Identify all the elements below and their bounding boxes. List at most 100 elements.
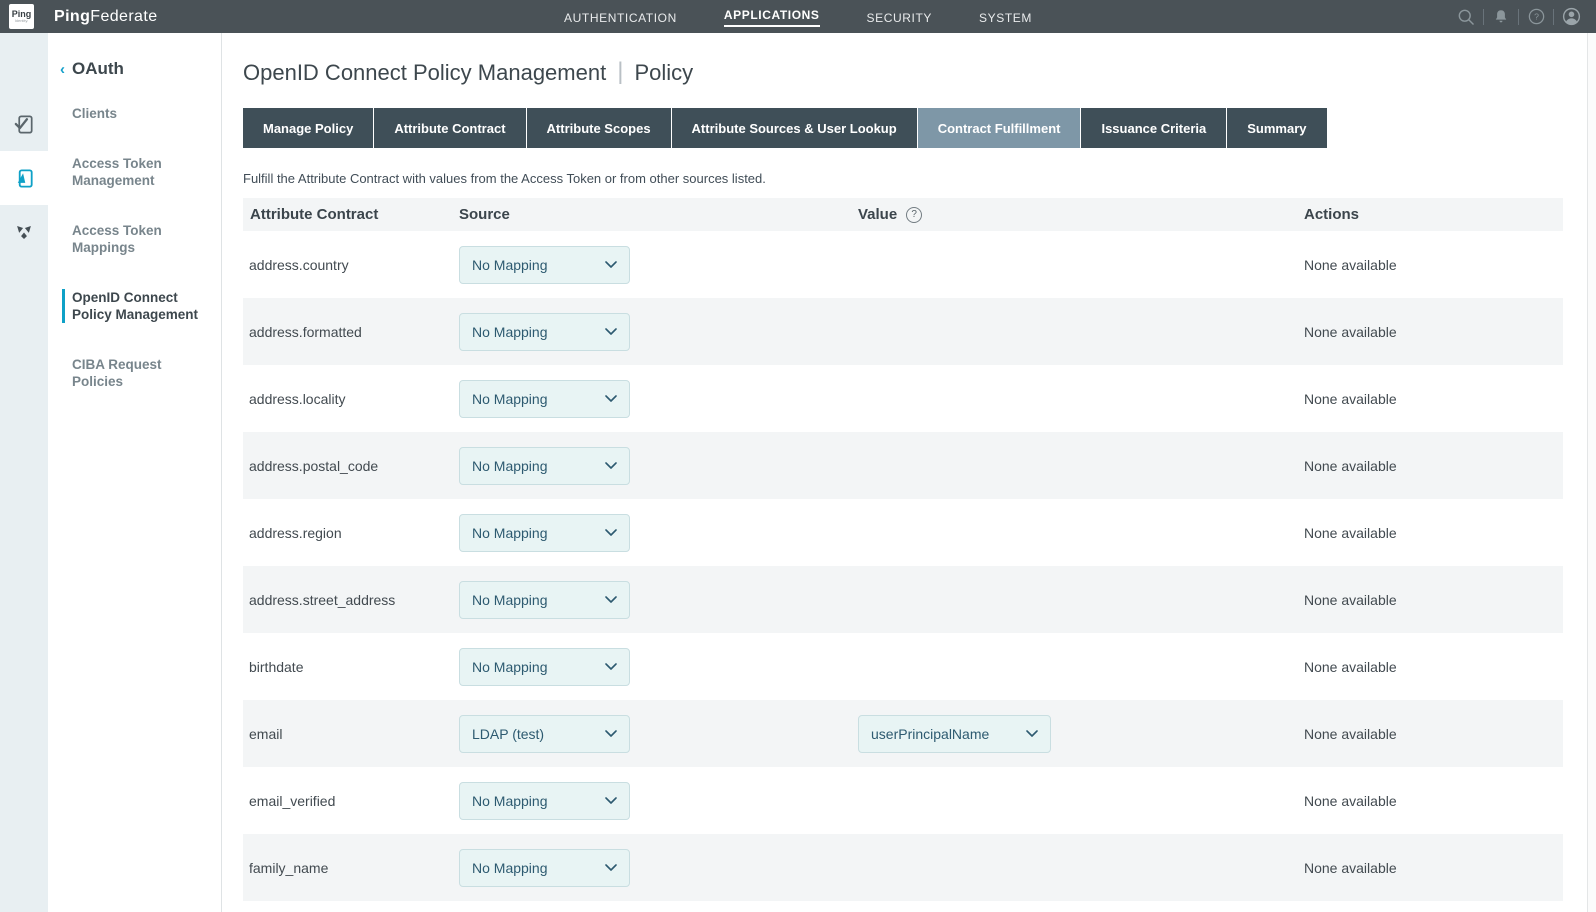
table-row: address.locality No Mapping — [243, 365, 1563, 432]
value-help-icon[interactable]: ? — [906, 207, 922, 223]
column-header-attribute-contract: Attribute Contract — [243, 206, 459, 223]
page-title: OpenID Connect Policy Management | Polic… — [243, 59, 1587, 87]
rail-item-policies[interactable] — [0, 205, 48, 259]
source-dropdown[interactable]: No Mapping — [459, 849, 630, 887]
table-row: address.formatted No Mapping — [243, 298, 1563, 365]
source-dropdown-value: LDAP (test) — [472, 726, 544, 742]
table-row: family_name No Mapping — [243, 834, 1563, 901]
source-dropdown[interactable]: No Mapping — [459, 246, 630, 284]
sidebar-item[interactable]: Access Token Mappings — [48, 222, 221, 256]
row-actions: None available — [1304, 525, 1563, 541]
value-dropdown-value: userPrincipalName — [871, 726, 989, 742]
table-row: address.street_address No Mapping — [243, 566, 1563, 633]
column-header-value: Value ? — [858, 206, 1304, 223]
chevron-down-icon — [605, 462, 617, 470]
tab[interactable]: Attribute Scopes — [527, 108, 671, 148]
top-nav-item[interactable]: SECURITY — [867, 9, 932, 25]
chevron-down-icon — [605, 261, 617, 269]
rail-item-clients[interactable] — [0, 97, 48, 151]
attribute-name: address.locality — [243, 391, 459, 407]
source-dropdown[interactable]: No Mapping — [459, 581, 630, 619]
attribute-name: birthdate — [243, 659, 459, 675]
tab[interactable]: Issuance Criteria — [1081, 108, 1226, 148]
table-row: address.country No Mapping — [243, 231, 1563, 298]
page-subtitle: Policy — [634, 60, 693, 86]
top-nav-item[interactable]: AUTHENTICATION — [564, 9, 677, 25]
chevron-down-icon — [605, 596, 617, 604]
source-dropdown[interactable]: No Mapping — [459, 648, 630, 686]
attribute-name: family_name — [243, 860, 459, 876]
title-divider: | — [617, 58, 623, 86]
sidebar-item[interactable]: OpenID Connect Policy Management — [62, 289, 221, 323]
attribute-name: address.region — [243, 525, 459, 541]
attribute-name: address.country — [243, 257, 459, 273]
source-dropdown[interactable]: No Mapping — [459, 380, 630, 418]
sidebar-item[interactable]: Access Token Management — [48, 155, 221, 189]
chevron-down-icon — [605, 730, 617, 738]
sidebar-item[interactable]: Clients — [48, 105, 221, 122]
vertical-scrollbar[interactable] — [1587, 33, 1596, 912]
page-description: Fulfill the Attribute Contract with valu… — [243, 171, 1587, 186]
chevron-down-icon — [605, 864, 617, 872]
source-dropdown-value: No Mapping — [472, 793, 548, 809]
source-dropdown[interactable]: No Mapping — [459, 313, 630, 351]
sidebar: ‹ OAuth Clients Access Token Management … — [48, 33, 222, 912]
clients-check-icon — [13, 113, 36, 136]
source-dropdown[interactable]: No Mapping — [459, 782, 630, 820]
chevron-down-icon — [605, 663, 617, 671]
tab[interactable]: Contract Fulfillment — [918, 108, 1081, 148]
tab[interactable]: Summary — [1227, 108, 1326, 148]
attribute-name: email — [243, 726, 459, 742]
notifications-icon[interactable] — [1484, 0, 1518, 33]
column-header-source: Source — [459, 206, 858, 223]
source-dropdown-value: No Mapping — [472, 860, 548, 876]
top-bar-icons: ? — [1449, 0, 1588, 33]
account-icon[interactable] — [1554, 0, 1588, 33]
chevron-down-icon — [605, 395, 617, 403]
table-body: address.country No Mapping — [243, 231, 1563, 901]
access-token-icon — [13, 167, 36, 190]
icon-rail — [0, 33, 48, 912]
top-nav-item[interactable]: APPLICATIONS — [724, 6, 820, 27]
chevron-down-icon — [605, 328, 617, 336]
source-dropdown-value: No Mapping — [472, 324, 548, 340]
chevron-down-icon — [605, 529, 617, 537]
search-icon[interactable] — [1449, 0, 1483, 33]
row-actions: None available — [1304, 391, 1563, 407]
tab[interactable]: Attribute Sources & User Lookup — [672, 108, 917, 148]
table-row: address.postal_code No Mapping — [243, 432, 1563, 499]
sidebar-back-oauth[interactable]: ‹ OAuth — [60, 59, 221, 79]
chevron-down-icon — [605, 797, 617, 805]
sidebar-menu: Clients Access Token Management Access T… — [48, 105, 221, 390]
source-dropdown[interactable]: No Mapping — [459, 514, 630, 552]
top-navigation: AUTHENTICATION APPLICATIONS SECURITY SYS… — [0, 0, 1596, 33]
source-dropdown-value: No Mapping — [472, 659, 548, 675]
source-dropdown-value: No Mapping — [472, 458, 548, 474]
sidebar-item[interactable]: CIBA Request Policies — [48, 356, 221, 390]
tab[interactable]: Attribute Contract — [374, 108, 525, 148]
table-row: address.region No Mapping — [243, 499, 1563, 566]
svg-text:?: ? — [1534, 12, 1539, 22]
row-actions: None available — [1304, 257, 1563, 273]
rail-item-access-token[interactable] — [0, 151, 48, 205]
table-row: birthdate No Mapping — [243, 633, 1563, 700]
source-dropdown-value: No Mapping — [472, 257, 548, 273]
table-header-row: Attribute Contract Source Value ? Action… — [243, 198, 1563, 231]
attribute-name: address.formatted — [243, 324, 459, 340]
row-actions: None available — [1304, 592, 1563, 608]
source-dropdown[interactable]: No Mapping — [459, 447, 630, 485]
source-dropdown-value: No Mapping — [472, 592, 548, 608]
row-actions: None available — [1304, 726, 1563, 742]
page-title-text: OpenID Connect Policy Management — [243, 60, 606, 86]
tab[interactable]: Manage Policy — [243, 108, 373, 148]
row-actions: None available — [1304, 659, 1563, 675]
help-icon[interactable]: ? — [1519, 0, 1553, 33]
value-dropdown[interactable]: userPrincipalName — [858, 715, 1051, 753]
column-header-actions: Actions — [1304, 206, 1563, 223]
source-dropdown[interactable]: LDAP (test) — [459, 715, 630, 753]
fulfillment-table: Attribute Contract Source Value ? Action… — [243, 198, 1563, 901]
table-row: email LDAP (test) userPrincipalName — [243, 700, 1563, 767]
source-dropdown-value: No Mapping — [472, 391, 548, 407]
top-nav-item[interactable]: SYSTEM — [979, 9, 1032, 25]
main-content: OpenID Connect Policy Management | Polic… — [222, 33, 1587, 912]
